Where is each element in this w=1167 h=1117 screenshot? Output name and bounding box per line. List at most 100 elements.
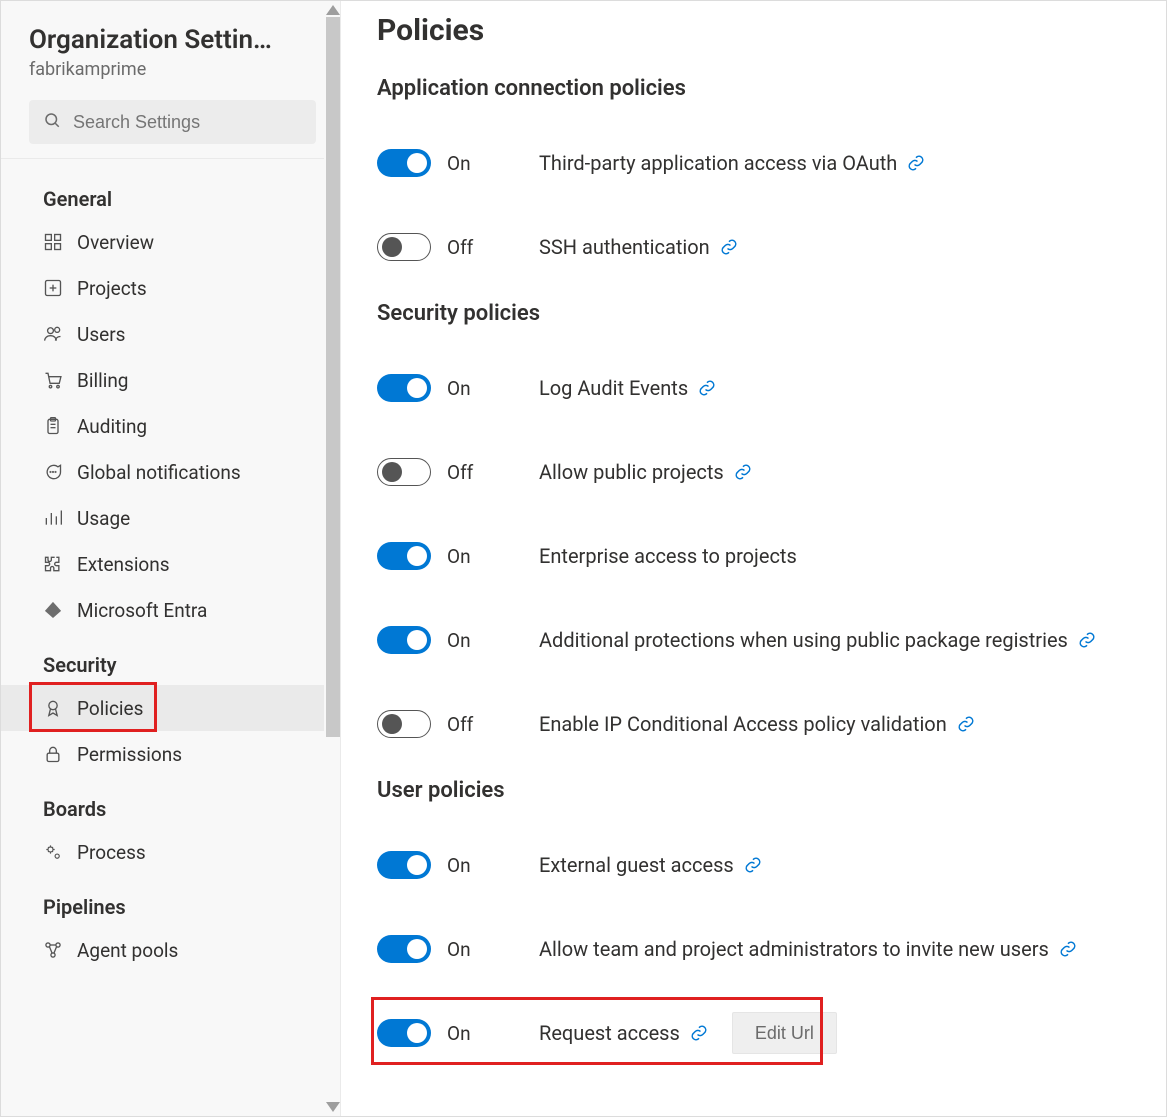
policy-text: SSH authentication: [539, 235, 710, 259]
cart-icon: [43, 370, 63, 390]
policy-text: Allow team and project administrators to…: [539, 937, 1049, 961]
link-icon[interactable]: [907, 154, 925, 172]
toggle-state-label: On: [447, 938, 471, 961]
lock-icon: [43, 744, 63, 764]
toggle-state-label: On: [447, 854, 471, 877]
plus-square-icon: [43, 278, 63, 298]
policy-label: Allow public projects: [539, 460, 752, 484]
sidebar-title: Organization Settin…: [29, 25, 309, 55]
policy-label: Third-party application access via OAuth: [539, 151, 925, 175]
policy-row-guest: On External guest access: [377, 823, 1130, 907]
edit-url-button[interactable]: Edit Url: [732, 1012, 837, 1054]
policy-text: Third-party application access via OAuth: [539, 151, 897, 175]
toggle-ipcond[interactable]: [377, 710, 431, 738]
sidebar-item-process[interactable]: Process: [1, 829, 340, 875]
sidebar-item-overview[interactable]: Overview: [1, 219, 340, 265]
link-icon[interactable]: [1059, 940, 1077, 958]
link-icon[interactable]: [720, 238, 738, 256]
sidebar-item-permissions[interactable]: Permissions: [1, 731, 340, 777]
toggle-state-label: Off: [447, 461, 473, 484]
sidebar-group-general: General: [1, 167, 340, 219]
toggle-pkgreg[interactable]: [377, 626, 431, 654]
policy-label: External guest access: [539, 853, 762, 877]
sidebar-item-label: Global notifications: [77, 461, 241, 484]
sidebar-item-label: Billing: [77, 369, 128, 392]
toggle-state-label: On: [447, 152, 471, 175]
policy-row-invite: On Allow team and project administrators …: [377, 907, 1130, 991]
sidebar-item-auditing[interactable]: Auditing: [1, 403, 340, 449]
grid-icon: [43, 232, 63, 252]
policy-row-pkgreg: On Additional protections when using publ…: [377, 598, 1130, 682]
sidebar-item-extensions[interactable]: Extensions: [1, 541, 340, 587]
sidebar-item-projects[interactable]: Projects: [1, 265, 340, 311]
toggle-audit[interactable]: [377, 374, 431, 402]
section-title: Application connection policies: [377, 76, 1130, 101]
network-icon: [43, 940, 63, 960]
sidebar-item-users[interactable]: Users: [1, 311, 340, 357]
page-title: Policies: [377, 13, 1130, 48]
toggle-state-label: On: [447, 1022, 471, 1045]
toggle-state-label: Off: [447, 236, 473, 259]
sidebar-item-global-notifications[interactable]: Global notifications: [1, 449, 340, 495]
policy-label: Log Audit Events: [539, 376, 716, 400]
scrollbar-thumb[interactable]: [326, 17, 340, 737]
policy-text: External guest access: [539, 853, 734, 877]
sidebar-group-boards: Boards: [1, 777, 340, 829]
toggle-invite[interactable]: [377, 935, 431, 963]
toggle-reqaccess[interactable]: [377, 1019, 431, 1047]
sidebar-item-label: Permissions: [77, 743, 182, 766]
toggle-guest[interactable]: [377, 851, 431, 879]
search-settings[interactable]: [29, 100, 316, 144]
sidebar-item-agent-pools[interactable]: Agent pools: [1, 927, 340, 973]
bar-chart-icon: [43, 508, 63, 528]
sidebar-subtitle: fabrikamprime: [29, 59, 316, 80]
sidebar-item-label: Policies: [77, 697, 143, 720]
sidebar-item-microsoft-entra[interactable]: Microsoft Entra: [1, 587, 340, 633]
policy-row-pubproj: Off Allow public projects: [377, 430, 1130, 514]
scroll-arrow-up-icon[interactable]: [326, 5, 340, 15]
sidebar-item-label: Overview: [77, 231, 154, 254]
toggle-oauth[interactable]: [377, 149, 431, 177]
toggle-pubproj[interactable]: [377, 458, 431, 486]
sidebar-item-label: Users: [77, 323, 125, 346]
sidebar-item-label: Process: [77, 841, 146, 864]
users-icon: [43, 324, 63, 344]
policy-text: Enable IP Conditional Access policy vali…: [539, 712, 947, 736]
entra-icon: [43, 600, 63, 620]
policy-text: Log Audit Events: [539, 376, 688, 400]
link-icon[interactable]: [698, 379, 716, 397]
toggle-state-label: On: [447, 377, 471, 400]
search-input[interactable]: [73, 112, 302, 133]
link-icon[interactable]: [690, 1024, 708, 1042]
sidebar-item-usage[interactable]: Usage: [1, 495, 340, 541]
policy-row-ssh: Off SSH authentication: [377, 205, 1130, 289]
toggle-state-label: On: [447, 545, 471, 568]
main-content: Policies Application connection policies…: [341, 1, 1166, 1116]
toggle-ssh[interactable]: [377, 233, 431, 261]
link-icon[interactable]: [734, 463, 752, 481]
sidebar-item-billing[interactable]: Billing: [1, 357, 340, 403]
policy-label: Allow team and project administrators to…: [539, 937, 1077, 961]
sidebar: Organization Settin… fabrikamprime Gener…: [1, 1, 341, 1116]
toggle-state-label: On: [447, 629, 471, 652]
sidebar-group-security: Security: [1, 633, 340, 685]
puzzle-icon: [43, 554, 63, 574]
toggle-state-label: Off: [447, 713, 473, 736]
policy-text: Request access: [539, 1021, 680, 1045]
policy-row-entaccess: On Enterprise access to projects: [377, 514, 1130, 598]
link-icon[interactable]: [744, 856, 762, 874]
section-title: Security policies: [377, 301, 1130, 326]
sidebar-item-policies[interactable]: Policies: [1, 685, 340, 731]
policy-label: Additional protections when using public…: [539, 628, 1096, 652]
policy-row-oauth: On Third-party application access via OAu…: [377, 121, 1130, 205]
link-icon[interactable]: [957, 715, 975, 733]
toggle-entaccess[interactable]: [377, 542, 431, 570]
scroll-arrow-down-icon[interactable]: [326, 1102, 340, 1112]
link-icon[interactable]: [1078, 631, 1096, 649]
search-icon: [43, 111, 61, 133]
policy-text: Enterprise access to projects: [539, 544, 797, 568]
sidebar-item-label: Usage: [77, 507, 130, 530]
sidebar-item-label: Microsoft Entra: [77, 599, 207, 622]
section-title: User policies: [377, 778, 1130, 803]
sidebar-item-label: Agent pools: [77, 939, 178, 962]
